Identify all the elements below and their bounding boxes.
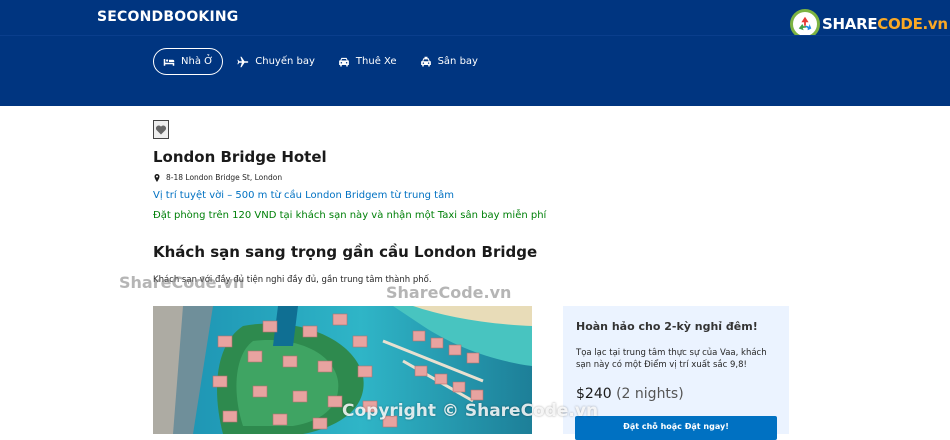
main-nav: Nhà Ở Chuyến bay Thuê Xe Sân bay: [153, 48, 497, 75]
price: $240 (2 nights): [576, 386, 684, 402]
hotel-photo[interactable]: [153, 306, 532, 434]
logo-text-suffix: CODE.vn: [877, 15, 948, 33]
taxi-icon: [420, 56, 431, 66]
watermark-center: ShareCode.vn: [386, 283, 512, 302]
nav-item-car-rental[interactable]: Thuê Xe: [334, 48, 406, 75]
location-highlight-link[interactable]: Vị trí tuyệt vời – 500 m từ cầu London B…: [153, 190, 454, 201]
map-pin-icon: [154, 173, 160, 182]
nav-item-label: Sân bay: [437, 56, 478, 67]
taxi-offer: Đặt phòng trên 120 VND tại khách sạn này…: [153, 210, 547, 221]
nav-item-label: Chuyến bay: [255, 56, 315, 67]
car-icon: [339, 57, 349, 66]
logo-text-prefix: SHARE: [822, 15, 878, 33]
sidebar-text: Tọa lạc tại trung tâm thực sự của Vaa, k…: [576, 348, 767, 370]
brand-name[interactable]: SECONDBOOKING: [97, 9, 239, 25]
bed-icon: [163, 58, 175, 66]
booking-sidebar: Hoàn hảo cho 2-kỳ nghỉ đêm! Tọa lạc tại …: [563, 306, 789, 440]
price-nights: (2 nights): [616, 386, 684, 402]
logo-text: SHARECODE.vn: [822, 15, 948, 33]
sidebar-title: Hoàn hảo cho 2-kỳ nghỉ đêm!: [576, 320, 758, 333]
section-title: Khách sạn sang trọng gần cầu London Brid…: [153, 243, 538, 261]
nav-item-homes[interactable]: Nhà Ở: [153, 48, 224, 75]
favorite-button[interactable]: [153, 120, 169, 139]
book-now-button[interactable]: Đặt chỗ hoặc Đặt ngay!: [575, 416, 777, 440]
nav-item-label: Nhà Ở: [181, 56, 214, 67]
nav-item-airport[interactable]: Sân bay: [416, 48, 487, 75]
address-text: 8-18 London Bridge St, London: [166, 173, 283, 182]
price-amount: $240: [576, 386, 612, 402]
plane-icon: [237, 56, 249, 67]
hotel-name: London Bridge Hotel: [153, 148, 327, 166]
nav-item-label: Thuê Xe: [355, 56, 397, 67]
hotel-address: 8-18 London Bridge St, London: [153, 173, 282, 182]
resort-aerial-image: [153, 306, 532, 434]
top-bar: SECONDBOOKING SHARECODE.vn: [0, 0, 950, 39]
heart-icon: [155, 125, 167, 134]
nav-item-flights[interactable]: Chuyến bay: [233, 48, 324, 75]
hotel-description: Khách sạn với đầy đủ tiện nghi đầy đủ, g…: [153, 275, 432, 285]
